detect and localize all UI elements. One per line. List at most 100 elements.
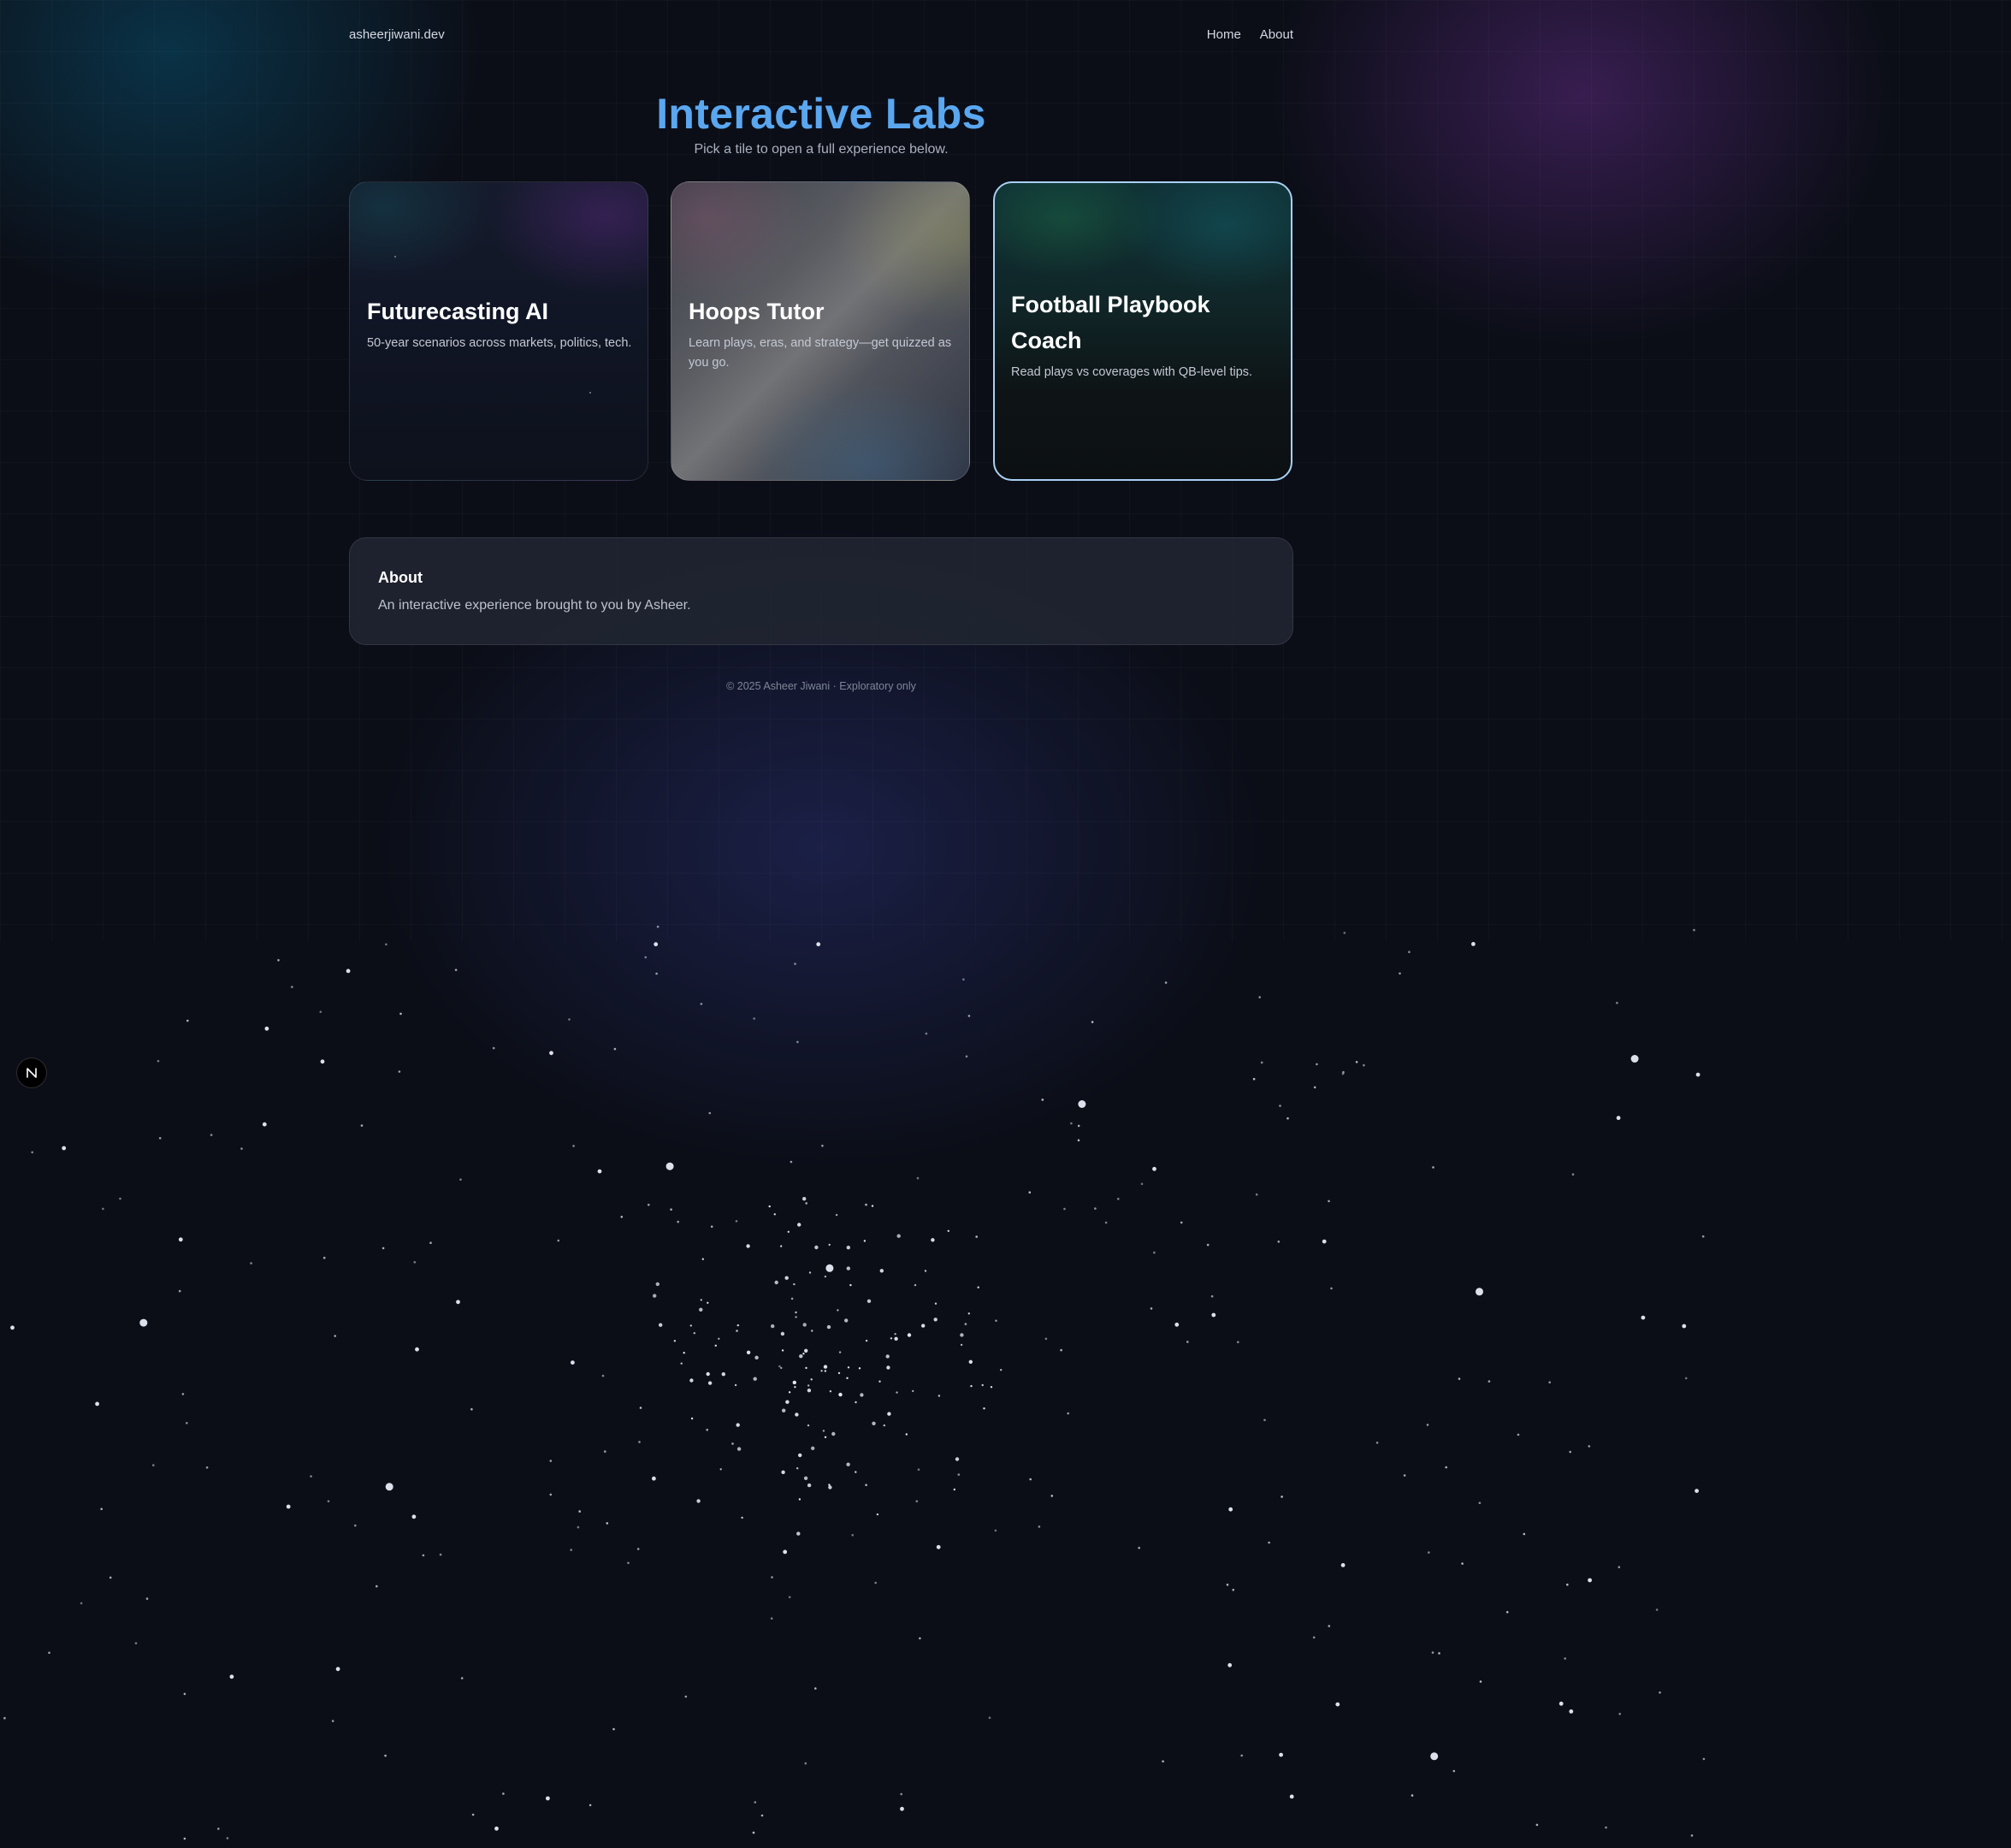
star — [953, 1488, 956, 1491]
star — [181, 1393, 185, 1395]
star — [1618, 1713, 1621, 1715]
star — [62, 1146, 67, 1151]
star — [700, 1003, 703, 1005]
star — [714, 1344, 717, 1348]
star — [863, 1240, 867, 1242]
star — [826, 1324, 831, 1330]
star — [1452, 1769, 1456, 1773]
star — [896, 1234, 901, 1238]
star — [1150, 1307, 1153, 1310]
tile-hoops-tutor[interactable]: Hoops Tutor Learn plays, eras, and strat… — [671, 181, 970, 481]
nav-home-link[interactable]: Home — [1207, 27, 1241, 42]
star — [1286, 1116, 1289, 1120]
star — [1237, 1341, 1239, 1343]
nav-about-link[interactable]: About — [1260, 27, 1293, 42]
star — [1138, 1546, 1140, 1549]
star — [636, 1548, 640, 1550]
star — [816, 942, 821, 947]
star — [1505, 1611, 1509, 1614]
star — [639, 1407, 642, 1409]
star — [1341, 1072, 1345, 1075]
star — [601, 1374, 605, 1377]
star — [460, 1677, 464, 1679]
star — [1063, 1207, 1066, 1211]
star — [578, 1510, 581, 1513]
star — [718, 1337, 720, 1341]
star — [673, 1340, 677, 1342]
star — [810, 1378, 813, 1381]
star — [967, 1015, 971, 1017]
star — [1094, 1207, 1097, 1210]
star — [838, 1351, 842, 1353]
star — [965, 1055, 968, 1058]
star — [145, 1597, 149, 1600]
star — [1330, 1287, 1333, 1290]
star — [291, 986, 293, 988]
star — [612, 1727, 615, 1731]
star — [1684, 1377, 1688, 1380]
star — [1375, 1442, 1379, 1444]
star — [771, 1324, 775, 1329]
star — [381, 1247, 385, 1250]
star — [240, 1147, 243, 1150]
star — [1180, 1221, 1183, 1224]
tile-football-playbook-coach[interactable]: Football Playbook Coach Read plays vs co… — [993, 181, 1292, 481]
star — [360, 1124, 364, 1127]
star — [413, 1261, 417, 1264]
star — [627, 1561, 630, 1565]
star — [186, 1019, 189, 1022]
about-text: An interactive experience brought to you… — [378, 598, 691, 613]
star — [1471, 942, 1476, 946]
nav-links: Home About — [1207, 27, 1293, 42]
star — [689, 1324, 692, 1327]
star — [780, 1331, 785, 1336]
star — [914, 1283, 917, 1287]
star — [1403, 1474, 1406, 1477]
star — [802, 1197, 807, 1201]
tile-title: Futurecasting AI — [367, 299, 549, 324]
star — [967, 1312, 971, 1315]
star — [828, 1243, 831, 1247]
star — [653, 1294, 657, 1298]
star — [878, 1380, 881, 1383]
star — [795, 1311, 797, 1314]
star — [286, 1504, 291, 1509]
star — [638, 1441, 641, 1443]
star — [825, 1264, 834, 1272]
next-dev-badge[interactable] — [16, 1057, 47, 1088]
star — [778, 1365, 781, 1368]
star — [1091, 1021, 1094, 1023]
star — [693, 1332, 695, 1335]
star — [1618, 1566, 1621, 1568]
star — [981, 1383, 984, 1387]
star — [119, 1197, 121, 1200]
star — [792, 1380, 796, 1385]
star — [1432, 1166, 1434, 1169]
star — [1070, 1122, 1073, 1125]
star — [1340, 1563, 1346, 1567]
star — [1616, 1116, 1621, 1121]
brand-link[interactable]: asheerjiwani.dev — [349, 27, 445, 42]
star — [753, 1377, 757, 1381]
star — [916, 1176, 920, 1180]
star — [1702, 1757, 1706, 1761]
star — [264, 1026, 269, 1031]
tile-futurecasting-ai[interactable]: Futurecasting AI 50-year scenarios acros… — [349, 181, 648, 481]
star — [471, 1813, 475, 1816]
star — [139, 1318, 148, 1327]
star — [1281, 1496, 1283, 1498]
star — [865, 1339, 868, 1342]
star — [829, 1390, 832, 1393]
star — [734, 1383, 737, 1387]
star — [798, 1498, 801, 1501]
star — [100, 1507, 103, 1511]
star — [620, 1216, 624, 1218]
star — [109, 1576, 112, 1579]
star — [1260, 1061, 1263, 1064]
star — [310, 1475, 312, 1478]
star — [736, 1324, 739, 1327]
star — [604, 1450, 606, 1453]
star — [807, 1424, 810, 1427]
star — [1571, 1173, 1575, 1176]
star — [1399, 972, 1401, 975]
